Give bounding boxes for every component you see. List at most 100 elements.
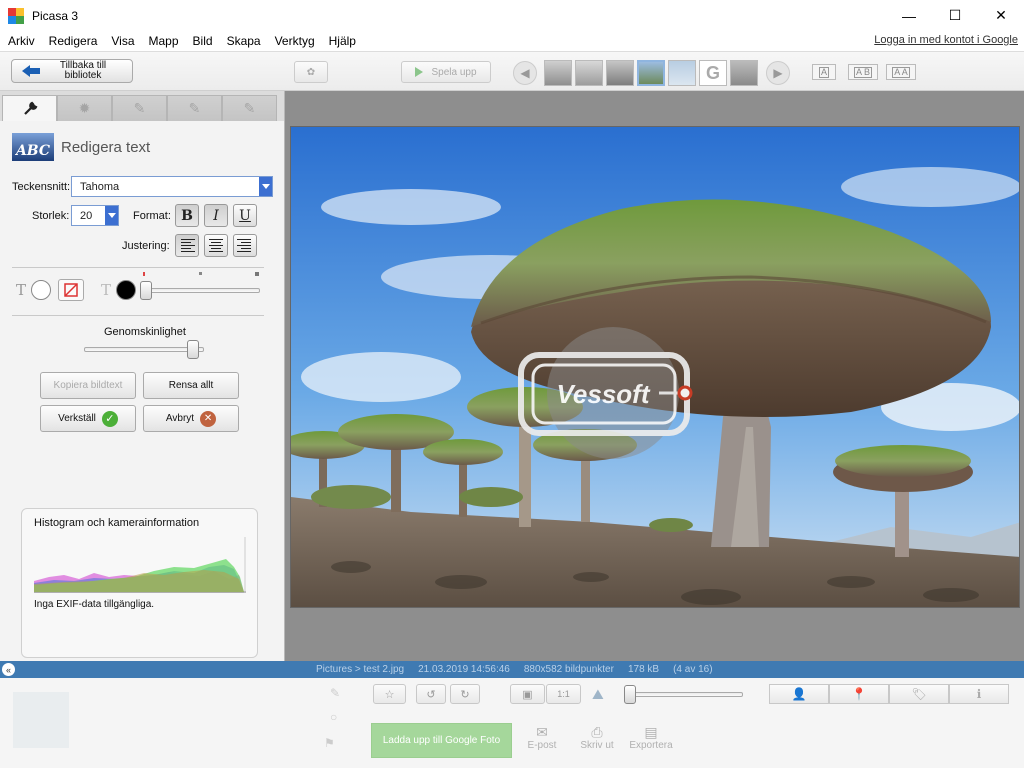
size-large-label: A A: [892, 66, 910, 78]
previous-image-button[interactable]: ◀: [513, 61, 537, 85]
wrench-icon: [23, 101, 37, 115]
outline-color-swatch[interactable]: [116, 280, 136, 300]
people-button[interactable]: 👤: [769, 684, 829, 704]
star-button[interactable]: ☆: [373, 684, 406, 704]
actual-size-button[interactable]: 1:1: [546, 684, 581, 704]
rotate-left-button[interactable]: ↺: [416, 684, 446, 704]
apply-label: Verkställ: [58, 413, 96, 424]
menu-redigera[interactable]: Redigera: [42, 34, 105, 48]
email-button[interactable]: ✉ E-post: [517, 724, 567, 751]
caption-size-small-button[interactable]: A: [812, 64, 836, 80]
thumbnail-3[interactable]: [606, 60, 634, 86]
collapse-panel-button[interactable]: «: [2, 663, 15, 676]
close-button[interactable]: ✕: [978, 0, 1024, 31]
export-button[interactable]: ▤ Exportera: [626, 724, 676, 751]
caption-size-large-button[interactable]: A A: [886, 64, 916, 80]
tag-icon[interactable]: ⚑: [324, 736, 335, 750]
clear-all-button[interactable]: Rensa allt: [143, 372, 239, 399]
export-label: Exportera: [629, 740, 673, 751]
copy-caption-button[interactable]: Kopiera bildtext: [40, 372, 136, 399]
google-login-link[interactable]: Logga in med kontot i Google: [874, 34, 1018, 46]
apply-button[interactable]: Verkställ ✓: [40, 405, 136, 432]
pin-icon[interactable]: ✎: [330, 686, 340, 700]
thumbnail-current[interactable]: [637, 60, 665, 86]
cancel-button[interactable]: Avbryt ✕: [143, 405, 239, 432]
thumbnail-google-icon[interactable]: G: [699, 60, 727, 86]
opacity-slider-thumb[interactable]: [186, 340, 199, 359]
edit-tabs: ✹ ✎ ✎ ✎: [0, 91, 284, 121]
rotate-right-button[interactable]: ↻: [450, 684, 480, 704]
tab-effects-3[interactable]: ✎: [222, 95, 277, 121]
one-to-one-icon: 1:1: [557, 689, 570, 699]
histogram-chart: [34, 537, 246, 593]
print-button[interactable]: ⎙ Skriv ut: [572, 724, 622, 751]
zoom-slider-thumb[interactable]: [624, 685, 636, 704]
info-icon: ℹ: [976, 687, 982, 701]
zoom-icon: ⛰: [592, 686, 604, 702]
print-label: Skriv ut: [580, 740, 614, 751]
align-left-button[interactable]: [175, 234, 199, 257]
info-button[interactable]: ℹ: [949, 684, 1009, 704]
maximize-button[interactable]: ☐: [932, 0, 978, 31]
histogram-panel: Histogram och kamerainformation Inga EXI…: [21, 508, 258, 658]
picasa-logo-icon: [8, 7, 24, 24]
play-label: Spela upp: [431, 66, 477, 78]
thumbnail-7[interactable]: [730, 60, 758, 86]
menu-bild[interactable]: Bild: [186, 34, 220, 48]
upload-google-photos-button[interactable]: Ladda upp till Google Foto: [371, 723, 512, 758]
menu-visa[interactable]: Visa: [104, 34, 141, 48]
places-button[interactable]: 📍: [829, 684, 889, 704]
size-select[interactable]: 20: [71, 205, 119, 226]
thumbnail-2[interactable]: [575, 60, 603, 86]
menu-mapp[interactable]: Mapp: [142, 34, 186, 48]
photo[interactable]: Vessoft: [290, 126, 1020, 608]
align-label: Justering:: [122, 240, 170, 252]
tags-button[interactable]: 🏷: [889, 684, 949, 704]
toolbar: Tillbaka till bibliotek ✿ Spela upp ◀ G …: [0, 51, 1024, 91]
arrow-left-icon: [22, 64, 40, 78]
tab-effects-1[interactable]: ✎: [112, 95, 167, 121]
tray-thumbnail[interactable]: [13, 692, 69, 748]
tab-basic-fixes[interactable]: [2, 95, 57, 121]
menu-skapa[interactable]: Skapa: [220, 34, 268, 48]
back-to-library-button[interactable]: Tillbaka till bibliotek: [11, 59, 133, 83]
printer-icon: ⎙: [591, 724, 603, 740]
circle-icon[interactable]: ○: [330, 710, 337, 724]
font-select[interactable]: Tahoma: [71, 176, 273, 197]
align-center-button[interactable]: [204, 234, 228, 257]
status-dimensions: 880x582 bildpunkter: [523, 664, 614, 675]
minimize-button[interactable]: —: [886, 0, 932, 31]
tab-tuning[interactable]: ✹: [57, 95, 112, 121]
outline-width-slider[interactable]: [142, 288, 260, 293]
size-label: Storlek:: [32, 210, 70, 222]
chevron-down-icon: [105, 206, 118, 225]
italic-button[interactable]: I: [204, 204, 228, 227]
zoom-slider[interactable]: [625, 692, 743, 697]
text-color-swatch[interactable]: [31, 280, 51, 300]
back-label: Tillbaka till bibliotek: [48, 61, 118, 81]
size-small-label: A: [818, 66, 829, 78]
fit-view-button[interactable]: ▣: [510, 684, 545, 704]
thumbnail-1[interactable]: [544, 60, 572, 86]
underline-button[interactable]: U: [233, 204, 257, 227]
menu-arkiv[interactable]: Arkiv: [0, 34, 42, 48]
bold-button[interactable]: B: [175, 204, 199, 227]
next-image-button[interactable]: ▶: [766, 61, 790, 85]
text-tool-heading: ABC Redigera text: [12, 133, 150, 161]
brush-icon: ✎: [133, 100, 146, 116]
slider-tick: [199, 272, 202, 275]
play-slideshow-button[interactable]: Spela upp: [401, 61, 491, 83]
align-right-button[interactable]: [233, 234, 257, 257]
rotate-right-icon: ↻: [460, 688, 470, 701]
menu-bar: Arkiv Redigera Visa Mapp Bild Skapa Verk…: [0, 31, 1024, 51]
thumbnail-5[interactable]: [668, 60, 696, 86]
menu-verktyg[interactable]: Verktyg: [268, 34, 322, 48]
tab-effects-2[interactable]: ✎: [167, 95, 222, 121]
outline-width-slider-thumb[interactable]: [140, 281, 152, 300]
no-fill-button[interactable]: [58, 279, 84, 301]
play-icon: [415, 67, 424, 77]
menu-hjalp[interactable]: Hjälp: [322, 34, 363, 48]
collage-icon[interactable]: ✿: [294, 61, 328, 83]
caption-size-medium-button[interactable]: A B: [848, 64, 878, 80]
folder-icon: ▤: [644, 724, 658, 740]
